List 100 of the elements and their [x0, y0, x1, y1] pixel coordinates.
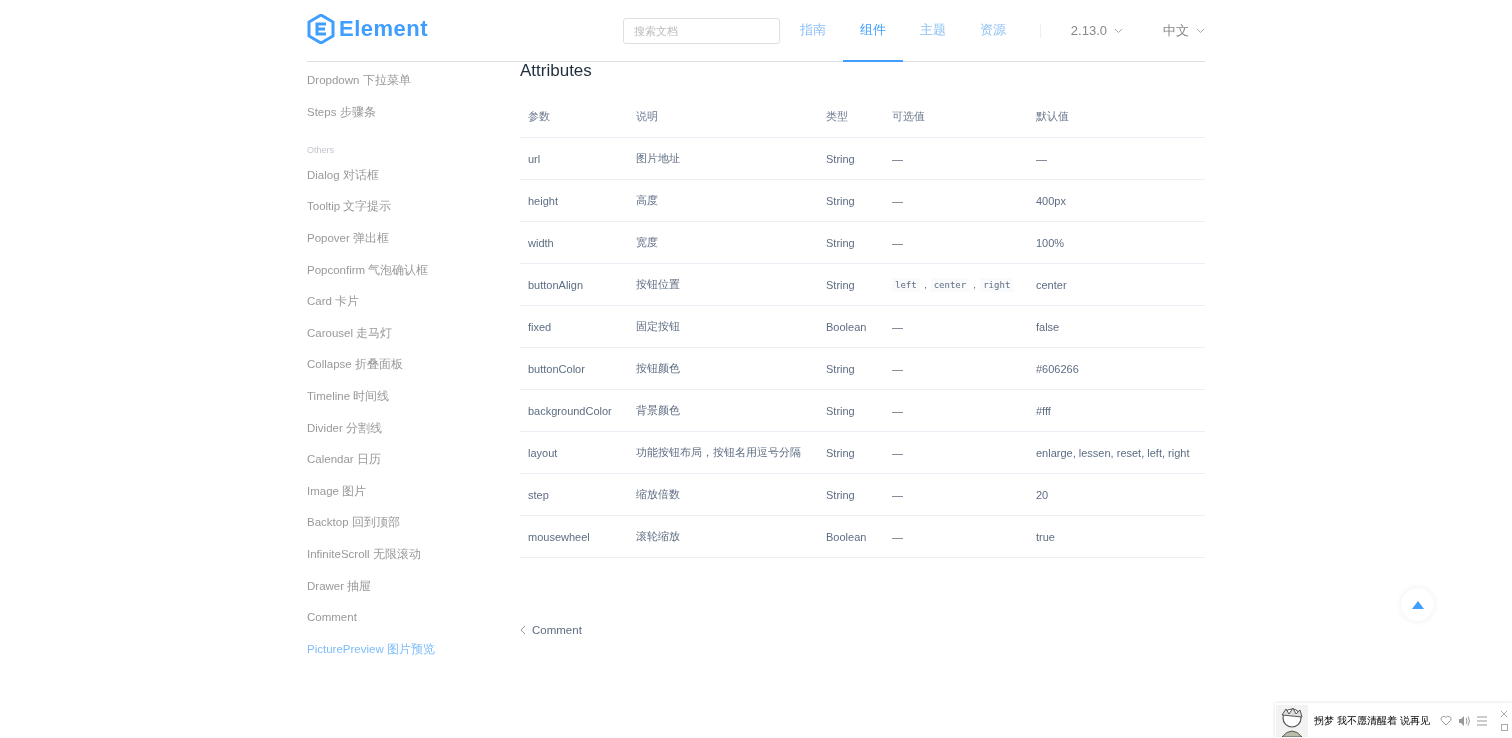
- heart-icon: [1439, 714, 1452, 726]
- nav-tab[interactable]: 组件: [842, 0, 903, 62]
- table-cell: 400px: [1028, 179, 1205, 222]
- table-cell: backgroundColor: [520, 389, 628, 432]
- table-cell: true: [1028, 515, 1205, 558]
- table-cell: enlarge, lessen, reset, left, right: [1028, 431, 1205, 474]
- sidebar-item[interactable]: Drawer 抽屉: [307, 572, 372, 605]
- nav-tab[interactable]: 资源: [962, 0, 1023, 62]
- sidebar-item[interactable]: Backtop 回到顶部: [307, 509, 400, 541]
- table-cell: fixed: [520, 305, 628, 348]
- table-cell: —: [884, 389, 1028, 432]
- sidebar-item[interactable]: Collapse 折叠面板: [307, 351, 403, 383]
- table-cell: —: [884, 431, 1028, 474]
- column-header: 类型: [818, 97, 884, 138]
- search-field[interactable]: 搜索文档: [622, 18, 780, 44]
- sidebar-item[interactable]: InfiniteScroll 无限滚动: [307, 540, 421, 573]
- previous-page-link[interactable]: Comment: [520, 624, 582, 636]
- column-header: 参数: [520, 97, 628, 138]
- table-cell: —: [884, 515, 1028, 558]
- chevron-down-icon: [1114, 27, 1123, 34]
- table-cell: 图片地址: [628, 137, 818, 180]
- table-cell: 固定按钮: [628, 305, 818, 348]
- sidebar-item[interactable]: Comment: [307, 604, 357, 636]
- code-tag: left: [892, 277, 920, 292]
- table-cell: String: [818, 179, 884, 222]
- table-cell: String: [818, 221, 884, 264]
- sidebar-item[interactable]: Calendar 日历: [307, 446, 381, 478]
- playlist-icon: [1475, 714, 1488, 727]
- sidebar-item[interactable]: Divider 分割线: [307, 414, 382, 447]
- table-cell: String: [818, 347, 884, 390]
- table-cell: 宽度: [628, 221, 818, 264]
- table-cell: 背景颜色: [628, 389, 818, 432]
- column-header: 默认值: [1028, 97, 1205, 138]
- table-cell: 20: [1028, 473, 1205, 516]
- separator-text: ，: [970, 279, 980, 290]
- table-cell: height: [520, 179, 628, 222]
- table-cell: #fff: [1028, 389, 1205, 432]
- sidebar-item[interactable]: Image 图片: [307, 477, 367, 510]
- sidebar-item[interactable]: PicturePreview 图片预览: [307, 635, 435, 668]
- table-cell: Boolean: [818, 515, 884, 558]
- table-cell: 缩放倍数: [628, 473, 818, 516]
- table-cell: String: [818, 137, 884, 180]
- table-cell: width: [520, 221, 628, 264]
- table-cell: —: [1028, 137, 1205, 180]
- sidebar-item[interactable]: Carousel 走马灯: [307, 319, 393, 352]
- table-cell: mousewheel: [520, 515, 628, 558]
- table-cell: url: [520, 137, 628, 180]
- table-cell: String: [818, 263, 884, 306]
- table-cell: layout: [520, 431, 628, 474]
- table-cell: String: [818, 431, 884, 474]
- sidebar-item[interactable]: Steps 步骤条: [307, 98, 376, 131]
- code-tag: right: [980, 277, 1014, 292]
- sidebar-item[interactable]: Popover 弹出框: [307, 224, 390, 257]
- sidebar-item[interactable]: Popconfirm 气泡确认框: [307, 256, 429, 289]
- nav-tab[interactable]: 主题: [902, 0, 963, 62]
- close-icon: [1500, 710, 1508, 718]
- table-cell: buttonAlign: [520, 263, 628, 306]
- table-cell: false: [1028, 305, 1205, 348]
- square-icon: [1500, 724, 1508, 731]
- sidebar-item[interactable]: Timeline 时间线: [307, 382, 390, 415]
- hexagon-logo-icon: [307, 14, 335, 44]
- column-header: 说明: [628, 97, 818, 138]
- table-cell: 按钮位置: [628, 263, 818, 306]
- table-cell: Boolean: [818, 305, 884, 348]
- table-cell: #606266: [1028, 347, 1205, 390]
- table-cell: 100%: [1028, 221, 1205, 264]
- code-tag: center: [930, 277, 970, 292]
- table-cell: 按钮颜色: [628, 347, 818, 390]
- track-title: 拐梦 我不愿清醒着 说再见: [1314, 713, 1430, 728]
- section-heading: Attributes: [520, 62, 593, 82]
- table-cell: center: [1028, 263, 1205, 306]
- chevron-down-icon: [1196, 27, 1205, 34]
- language-dropdown[interactable]: 中文: [1163, 21, 1205, 40]
- caret-up-icon: [1411, 600, 1424, 609]
- table-cell: buttonColor: [520, 347, 628, 390]
- back-to-top-button[interactable]: [1401, 588, 1434, 621]
- table-cell: 滚轮缩放: [628, 515, 818, 558]
- table-cell: 功能按钮布局，按钮名用逗号分隔: [628, 431, 818, 474]
- sidebar-item[interactable]: Dialog 对话框: [307, 161, 379, 194]
- column-header: 可选值: [884, 97, 1028, 138]
- table-cell: —: [884, 305, 1028, 348]
- sidebar-group-label: Others: [307, 144, 334, 158]
- chevron-left-icon: [520, 625, 526, 635]
- nav-tab[interactable]: 指南: [782, 0, 843, 62]
- table-cell: 高度: [628, 179, 818, 222]
- volume-icon: [1457, 714, 1470, 727]
- table-cell: String: [818, 473, 884, 516]
- element-logo[interactable]: Element: [307, 14, 429, 44]
- sidebar-item[interactable]: Tooltip 文字提示: [307, 193, 392, 225]
- separator-text: ，: [920, 279, 930, 290]
- version-dropdown[interactable]: 2.13.0: [1070, 23, 1123, 38]
- sidebar-item[interactable]: Dropdown 下拉菜单: [307, 67, 411, 99]
- table-cell: —: [884, 473, 1028, 516]
- table-cell: —: [884, 347, 1028, 390]
- table-cell: String: [818, 389, 884, 432]
- table-cell: —: [884, 137, 1028, 180]
- table-cell: step: [520, 473, 628, 516]
- table-cell: —: [884, 179, 1028, 222]
- table-cell: —: [884, 221, 1028, 264]
- sidebar-item[interactable]: Card 卡片: [307, 288, 360, 320]
